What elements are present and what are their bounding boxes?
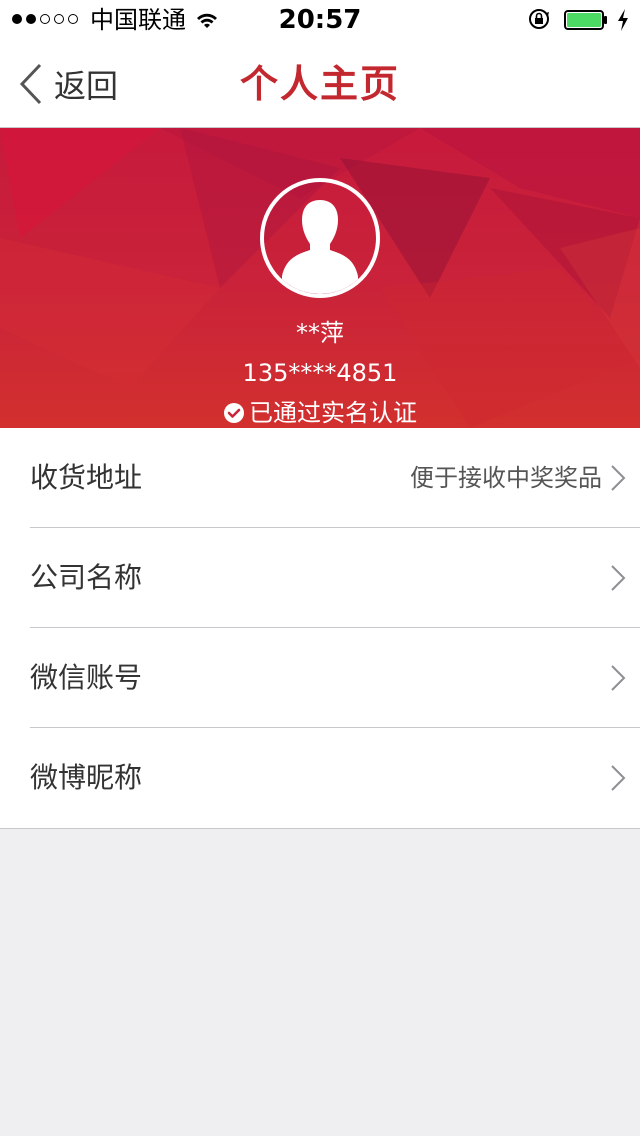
list-item-label: 收货地址 <box>30 461 143 494</box>
list-item-label: 微博昵称 <box>30 761 143 794</box>
profile-info-list: 收货地址 便于接收中奖奖品 公司名称 微信账号 微博昵称 <box>0 428 640 829</box>
verification-text: 已通过实名认证 <box>249 399 417 427</box>
avatar[interactable] <box>260 178 380 298</box>
chevron-right-icon <box>611 665 626 691</box>
user-silhouette-icon <box>282 200 358 294</box>
chevron-right-icon <box>611 765 626 791</box>
chevron-right-icon <box>611 565 626 591</box>
status-bar: 中国联通 20:57 <box>0 0 640 40</box>
navigation-bar: 返回 个人主页 <box>0 40 640 128</box>
verification-status: 已通过实名认证 <box>0 398 640 428</box>
list-item-label: 公司名称 <box>30 561 143 594</box>
charging-icon <box>618 9 628 31</box>
page-title: 个人主页 <box>239 62 400 106</box>
chevron-right-icon <box>611 465 626 491</box>
profile-banner: **萍 135****4851 已通过实名认证 <box>0 128 640 428</box>
list-item-wechat-account[interactable]: 微信账号 <box>0 628 640 728</box>
user-phone: 135****4851 <box>242 359 398 387</box>
list-item-hint: 便于接收中奖奖品 <box>410 464 602 492</box>
list-item-company-name[interactable]: 公司名称 <box>0 528 640 628</box>
list-item-weibo-nickname[interactable]: 微博昵称 <box>0 728 640 828</box>
check-circle-icon <box>224 403 244 423</box>
rotation-lock-icon <box>529 9 549 29</box>
battery-icon <box>564 10 607 30</box>
list-item-label: 微信账号 <box>30 661 143 694</box>
user-name: **萍 <box>296 319 344 347</box>
list-item-shipping-address[interactable]: 收货地址 便于接收中奖奖品 <box>0 428 640 528</box>
